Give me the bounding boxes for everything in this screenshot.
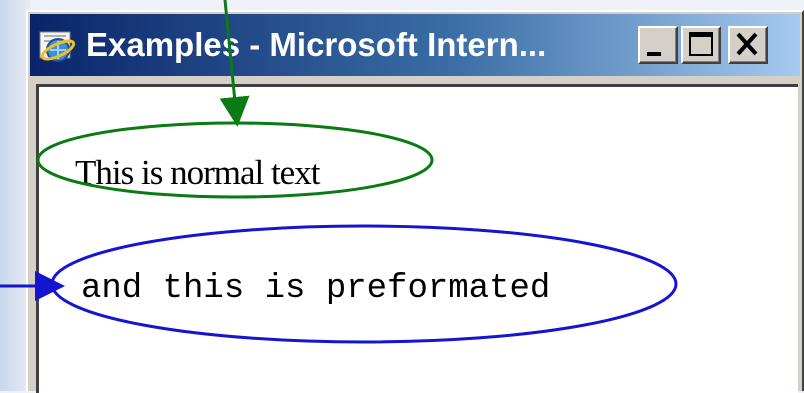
normal-text: This is normal text — [75, 153, 320, 192]
window-title: Examples - Microsoft Intern... — [86, 26, 547, 63]
close-icon — [736, 32, 758, 56]
minimize-button[interactable] — [638, 26, 678, 64]
internet-explorer-icon — [36, 26, 78, 66]
minimize-icon — [647, 52, 661, 56]
page-content: This is normal text and this is preforma… — [36, 84, 798, 393]
title-bar[interactable]: Examples - Microsoft Intern... — [30, 14, 800, 76]
preformatted-text: and this is preformated — [81, 270, 551, 308]
maximize-button[interactable] — [681, 26, 721, 64]
browser-window: Examples - Microsoft Intern... This is n… — [26, 10, 804, 393]
close-button[interactable] — [728, 26, 768, 64]
maximize-icon — [689, 32, 713, 56]
